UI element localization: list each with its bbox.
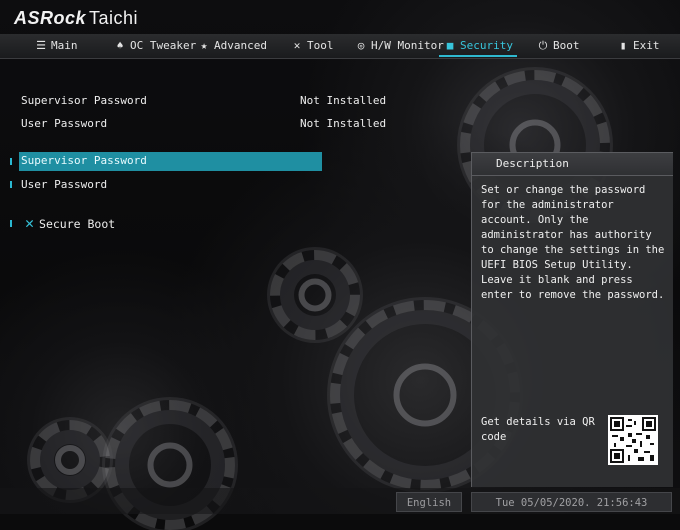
tab-security[interactable]: ■ Security [439,34,517,58]
qr-code [608,415,658,465]
brand-model: Taichi [89,8,139,28]
supervisor-password-item[interactable]: Supervisor Password [19,152,322,171]
user-password-status-value: Not Installed [300,117,387,130]
qr-label: Get details via QR code [481,416,595,443]
tab-exit[interactable]: ▮ Exit [616,34,660,58]
description-title: Description [496,157,569,170]
tab-label: Boot [553,39,580,52]
gear-decoration [270,250,360,340]
tab-advanced[interactable]: ★ Advanced [197,34,267,58]
tab-boot[interactable]: ⏻ Boot [536,34,580,58]
tab-tool[interactable]: ✕ Tool [290,34,334,58]
tools-icon: ✕ [293,39,301,52]
description-panel: Description Set or change the password f… [471,152,673,487]
datetime-display: Tue 05/05/2020. 21:56:43 [471,492,672,512]
secure-boot-item[interactable]: ✕ Secure Boot [25,214,115,232]
supervisor-password-status-label: Supervisor Password [21,94,147,107]
item-marker [10,181,12,188]
tab-label: Exit [633,39,660,52]
top-tab-bar: ☰ Main ♠ OC Tweaker ★ Advanced ✕ Tool ◎ H/W M… [0,34,680,59]
qr-code-graphic [610,417,656,463]
tab-label: Main [51,39,78,52]
tab-label: H/W Monitor [371,39,444,52]
secure-boot-label: Secure Boot [39,217,116,231]
supervisor-password-status-value: Not Installed [300,94,387,107]
supervisor-password-label: Supervisor Password [21,154,147,167]
tab-label: Security [460,39,513,52]
flame-icon: ♠ [116,39,124,52]
tab-label: OC Tweaker [130,39,197,52]
description-text: Set or change the password for the admin… [481,184,665,301]
tab-main[interactable]: ☰ Main [34,34,78,58]
tab-hw-monitor[interactable]: ◎ H/W Monitor [354,34,444,58]
power-icon: ⏻ [538,39,548,52]
asrock-logo: ASRock Taichi [14,8,138,29]
description-header: Description [472,153,673,176]
language-selector[interactable]: English [396,492,462,512]
brand-name: ASRock [14,8,87,28]
monitor-icon: ◎ [357,39,365,52]
star-icon: ★ [200,39,208,52]
tab-label: Tool [307,39,334,52]
tab-oc-tweaker[interactable]: ♠ OC Tweaker [113,34,197,58]
item-marker [10,220,12,227]
list-icon: ☰ [36,39,46,52]
active-tab-underline [439,55,517,57]
user-password-status-label: User Password [21,117,108,130]
exit-icon: ▮ [619,39,627,52]
user-password-item[interactable]: User Password [21,178,107,191]
wrench-icon: ✕ [25,214,35,232]
item-marker [10,158,12,165]
tab-label: Advanced [214,39,267,52]
